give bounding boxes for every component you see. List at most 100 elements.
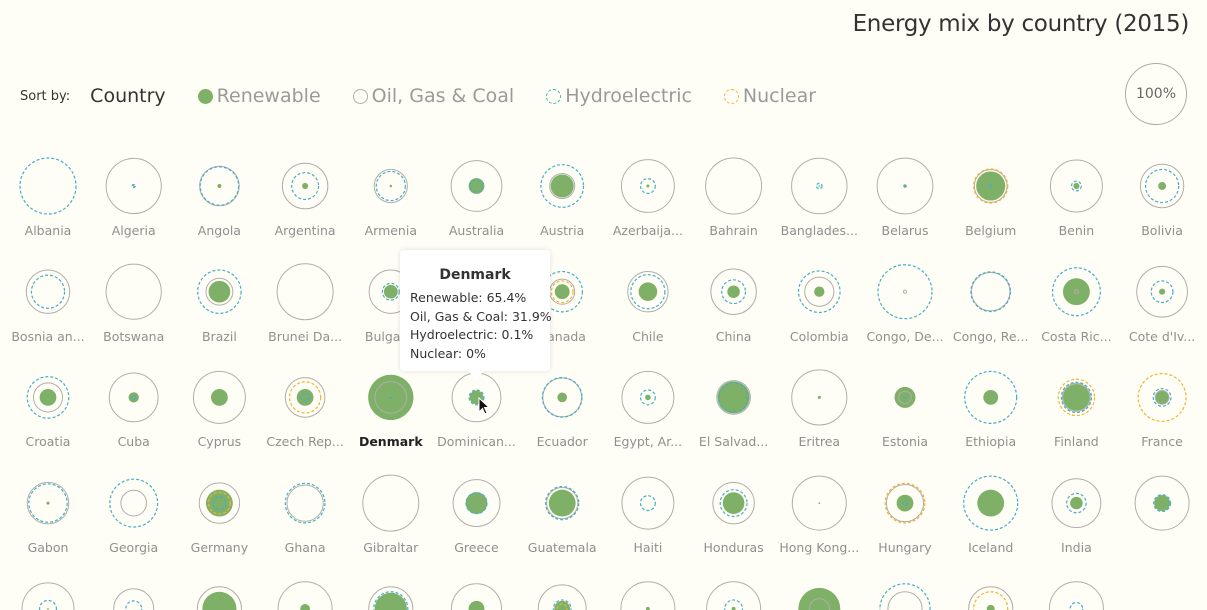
country-glyph[interactable] [964, 370, 1018, 424]
country-glyph[interactable] [277, 581, 333, 610]
renewable-circle [554, 284, 570, 300]
country-label: France [1141, 434, 1183, 450]
country-glyph[interactable] [198, 482, 241, 524]
country-glyph[interactable] [894, 386, 916, 408]
renewable-circle [977, 489, 1005, 517]
country-label: Dominican... [437, 434, 516, 450]
renewable-circle [646, 184, 650, 188]
country-glyph[interactable] [281, 162, 329, 210]
renewable-circle [1062, 278, 1090, 306]
country-glyph[interactable] [192, 370, 246, 424]
country-glyph[interactable] [791, 157, 848, 215]
country-glyph[interactable] [716, 380, 751, 415]
hydro-circle [284, 482, 326, 524]
energy-mix-chart [19, 157, 1190, 610]
renewable-circle [202, 591, 237, 610]
country-glyph[interactable] [627, 271, 669, 313]
renewable-circle [717, 381, 750, 414]
country-glyph[interactable] [884, 482, 926, 524]
country-glyph[interactable] [541, 377, 583, 418]
fossil-circle [887, 591, 923, 610]
country-glyph[interactable] [1137, 372, 1187, 422]
country-glyph[interactable] [712, 481, 755, 525]
country-glyph[interactable] [621, 476, 675, 530]
country-glyph[interactable] [879, 583, 931, 610]
country-label: Belgium [965, 223, 1017, 238]
country-glyph[interactable] [1048, 581, 1104, 610]
country-glyph[interactable] [25, 269, 71, 314]
country-glyph[interactable] [113, 588, 155, 610]
renewable-circle [638, 282, 658, 301]
country-glyph[interactable] [368, 374, 414, 421]
fossil-circle [113, 588, 155, 610]
country-label: Croatia [25, 434, 71, 450]
country-label: Botswana [103, 328, 165, 344]
country-glyph[interactable] [452, 479, 501, 528]
country-glyph[interactable] [621, 370, 675, 424]
country-label: China [715, 328, 752, 344]
hydro-circle [109, 478, 159, 528]
country-glyph[interactable] [706, 581, 762, 610]
tooltip-title: Denmark [439, 267, 511, 283]
country-glyph[interactable] [1051, 478, 1102, 529]
fossil-circle [105, 263, 162, 320]
country-glyph[interactable] [1051, 267, 1101, 317]
country-glyph[interactable] [791, 369, 848, 426]
renewable-circle [817, 395, 821, 399]
country-glyph[interactable] [1134, 475, 1190, 531]
country-glyph[interactable] [876, 157, 934, 215]
country-glyph[interactable] [362, 474, 420, 532]
country-glyph[interactable] [540, 164, 585, 208]
country-glyph[interactable] [450, 583, 503, 610]
country-glyph[interactable] [105, 157, 162, 215]
country-glyph[interactable] [1049, 159, 1103, 213]
country-glyph[interactable] [705, 157, 763, 215]
fossil-circle [971, 272, 1011, 312]
country-glyph[interactable] [1136, 265, 1188, 318]
country-glyph[interactable] [797, 270, 841, 314]
country-label: Ethiopia [965, 434, 1017, 450]
country-glyph[interactable] [284, 482, 326, 524]
country-label: Banglades... [780, 223, 858, 238]
country-glyph[interactable] [196, 586, 242, 610]
country-glyph[interactable] [105, 263, 162, 320]
country-glyph[interactable] [537, 584, 587, 610]
country-glyph[interactable] [199, 165, 240, 207]
country-glyph[interactable] [451, 372, 502, 423]
country-glyph[interactable] [26, 481, 70, 525]
country-label: Hong Kong... [779, 540, 860, 556]
country-label: Georgia [109, 540, 159, 556]
country-glyph[interactable] [1139, 163, 1185, 209]
country-glyph[interactable] [877, 264, 933, 320]
country-glyph[interactable] [373, 168, 408, 204]
country-glyph[interactable] [545, 485, 580, 521]
country-glyph[interactable] [710, 268, 757, 315]
country-label: Bahrain [709, 223, 758, 238]
country-glyph[interactable] [798, 587, 841, 610]
country-label: Cuba [117, 434, 150, 450]
tooltip-renewable: Renewable: 65.4% [410, 290, 527, 305]
country-glyph[interactable] [620, 581, 676, 610]
country-label: Germany [190, 540, 249, 556]
country-glyph[interactable] [197, 269, 242, 314]
country-glyph[interactable] [791, 475, 847, 531]
country-label: Greece [454, 540, 499, 556]
country-glyph[interactable] [620, 159, 675, 213]
country-glyph[interactable] [108, 372, 159, 423]
country-label: Cote d'Iv... [1128, 328, 1196, 344]
country-glyph[interactable] [970, 271, 1012, 313]
country-glyph[interactable] [276, 263, 334, 321]
country-glyph[interactable] [19, 157, 77, 215]
country-glyph[interactable] [1057, 378, 1096, 417]
country-glyph[interactable] [26, 376, 70, 419]
country-glyph[interactable] [284, 377, 326, 418]
country-glyph[interactable] [368, 586, 414, 610]
country-label: Iceland [968, 540, 1014, 556]
country-glyph[interactable] [968, 586, 1014, 610]
country-glyph[interactable] [963, 475, 1019, 531]
country-glyph[interactable] [21, 582, 75, 610]
renewable-circle [1070, 496, 1083, 510]
country-glyph[interactable] [109, 478, 159, 528]
country-glyph[interactable] [973, 168, 1009, 204]
country-glyph[interactable] [450, 160, 503, 212]
